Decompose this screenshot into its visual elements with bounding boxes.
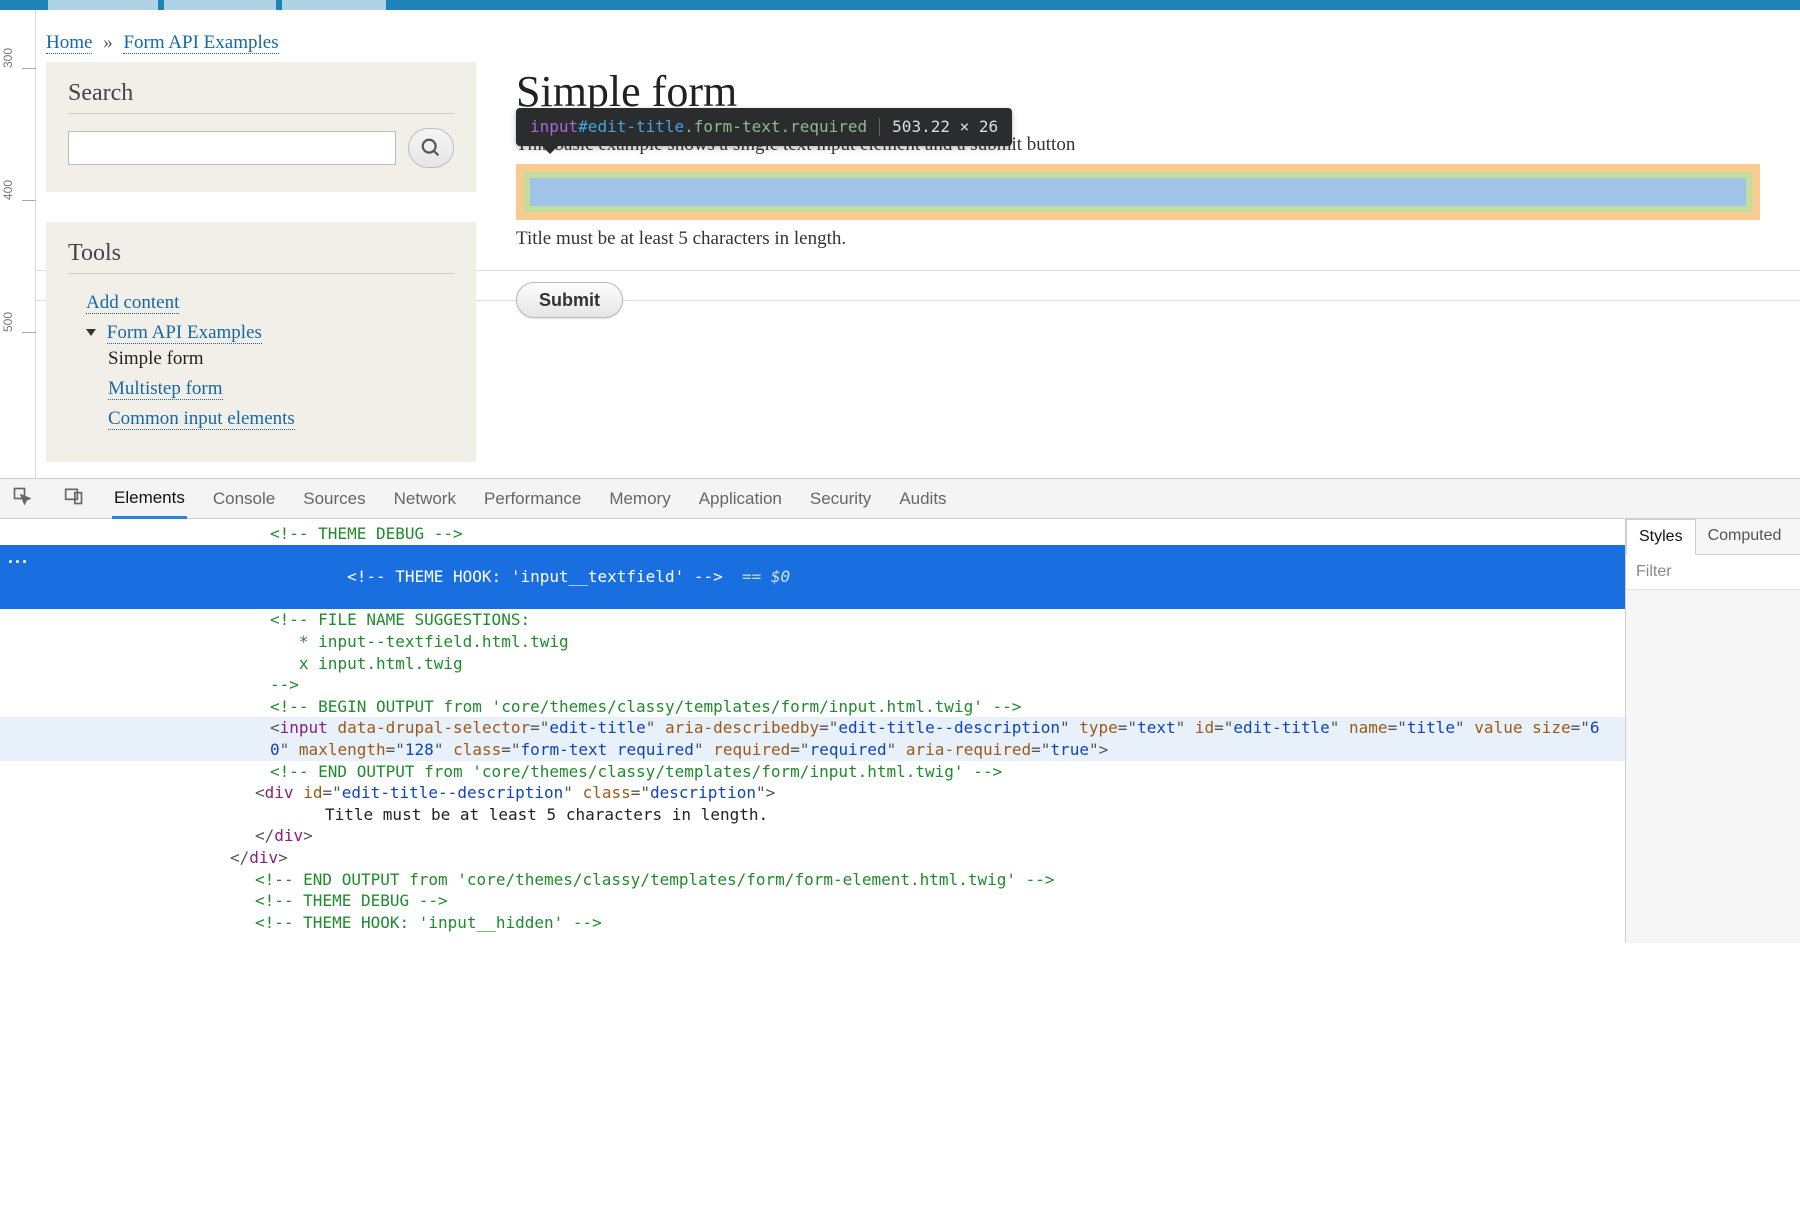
tooltip-classes: .form-text.required xyxy=(684,117,867,136)
main-region: Simple form This basic example shows a s… xyxy=(516,62,1800,478)
sidebar: Search Tools Add content Form xyxy=(46,62,476,478)
tooltip-tag: input xyxy=(530,117,578,136)
tools-link-common-inputs[interactable]: Common input elements xyxy=(108,408,295,430)
search-block: Search xyxy=(46,62,476,192)
tools-link-add-content[interactable]: Add content xyxy=(86,292,179,314)
devtools-tab-memory[interactable]: Memory xyxy=(607,481,672,517)
styles-filter[interactable]: Filter xyxy=(1626,555,1800,590)
overflow-indicator: ... xyxy=(8,548,29,566)
devtools-tab-console[interactable]: Console xyxy=(211,481,277,517)
ruler-mark: 500 xyxy=(2,312,14,332)
ruler-mark: 300 xyxy=(2,48,14,68)
breadcrumb-link-formapi[interactable]: Form API Examples xyxy=(123,32,278,54)
browser-tab[interactable] xyxy=(282,0,386,10)
page-viewport: 300 400 500 Home » Form API Examples Sea… xyxy=(0,0,1800,478)
code-line: x input.html.twig xyxy=(270,654,463,673)
device-toggle-icon[interactable] xyxy=(60,482,88,515)
code-line: <!-- THEME DEBUG --> xyxy=(255,891,448,910)
breadcrumb-link-home[interactable]: Home xyxy=(46,32,92,54)
devtools-tab-performance[interactable]: Performance xyxy=(482,481,583,517)
chevron-down-icon xyxy=(86,329,96,336)
breadcrumb-sep: » xyxy=(97,32,119,53)
devtools-tab-sources[interactable]: Sources xyxy=(301,481,367,517)
computed-tab[interactable]: Computed xyxy=(1696,519,1794,554)
breadcrumb: Home » Form API Examples xyxy=(46,22,1800,62)
inspected-element-highlight: input#edit-title.form-text.required 503.… xyxy=(516,164,1760,220)
dom-node-div-open[interactable]: <div id="edit-title--description" class=… xyxy=(0,782,1625,804)
devtools-tabs: Elements Console Sources Network Perform… xyxy=(0,479,1800,519)
styles-sidebar: Styles Computed Filter xyxy=(1625,519,1800,943)
ruler-mark: 400 xyxy=(2,180,14,200)
tooltip-id: #edit-title xyxy=(578,117,684,136)
code-line: <!-- FILE NAME SUGGESTIONS: xyxy=(270,610,530,629)
devtools-tab-elements[interactable]: Elements xyxy=(112,480,187,519)
tools-link-multistep[interactable]: Multistep form xyxy=(108,378,223,400)
devtools-tab-audits[interactable]: Audits xyxy=(897,481,948,517)
tools-item-simple-form[interactable]: Simple form xyxy=(108,348,204,369)
code-line: <!-- THEME DEBUG --> xyxy=(270,524,463,543)
browser-tabbar xyxy=(0,0,1800,10)
search-input[interactable] xyxy=(68,131,396,165)
code-line: <!-- THEME HOOK: 'input__hidden' --> xyxy=(255,913,602,932)
inspect-icon[interactable] xyxy=(8,482,36,515)
styles-tab[interactable]: Styles xyxy=(1626,519,1696,555)
devtools-panel: Elements Console Sources Network Perform… xyxy=(0,478,1800,943)
browser-tab[interactable] xyxy=(164,0,276,10)
browser-tab[interactable] xyxy=(48,0,158,10)
tools-block: Tools Add content Form API Examples Simp… xyxy=(46,222,476,462)
dom-node-input[interactable]: <input data-drupal-selector="edit-title"… xyxy=(0,717,1625,760)
tools-link-form-api[interactable]: Form API Examples xyxy=(107,322,262,344)
code-line: <!-- END OUTPUT from 'core/themes/classy… xyxy=(270,762,1002,781)
code-line: * input--textfield.html.twig xyxy=(270,632,569,651)
devtools-tab-application[interactable]: Application xyxy=(697,481,784,517)
devtools-tab-security[interactable]: Security xyxy=(808,481,873,517)
element-tooltip: input#edit-title.form-text.required 503.… xyxy=(516,108,1012,146)
title-input-highlight[interactable] xyxy=(530,178,1746,206)
search-button[interactable] xyxy=(408,128,454,168)
code-line: <!-- END OUTPUT from 'core/themes/classy… xyxy=(255,870,1055,889)
elements-tree[interactable]: ... <!-- THEME DEBUG --> <!-- THEME HOOK… xyxy=(0,519,1625,943)
submit-button[interactable]: Submit xyxy=(516,282,623,318)
code-line: --> xyxy=(270,675,299,694)
search-title: Search xyxy=(68,80,454,114)
code-line: <!-- BEGIN OUTPUT from 'core/themes/clas… xyxy=(270,697,1021,716)
pixel-ruler: 300 400 500 xyxy=(0,10,36,478)
devtools-tab-network[interactable]: Network xyxy=(392,481,458,517)
tools-title: Tools xyxy=(68,240,454,274)
tooltip-dimensions: 503.22 × 26 xyxy=(892,119,998,135)
field-help-text: Title must be at least 5 characters in l… xyxy=(516,228,1760,250)
dom-text: Title must be at least 5 characters in l… xyxy=(325,805,768,824)
search-icon xyxy=(420,137,442,159)
selected-dom-node[interactable]: <!-- THEME HOOK: 'input__textfield' --> … xyxy=(0,545,1625,610)
